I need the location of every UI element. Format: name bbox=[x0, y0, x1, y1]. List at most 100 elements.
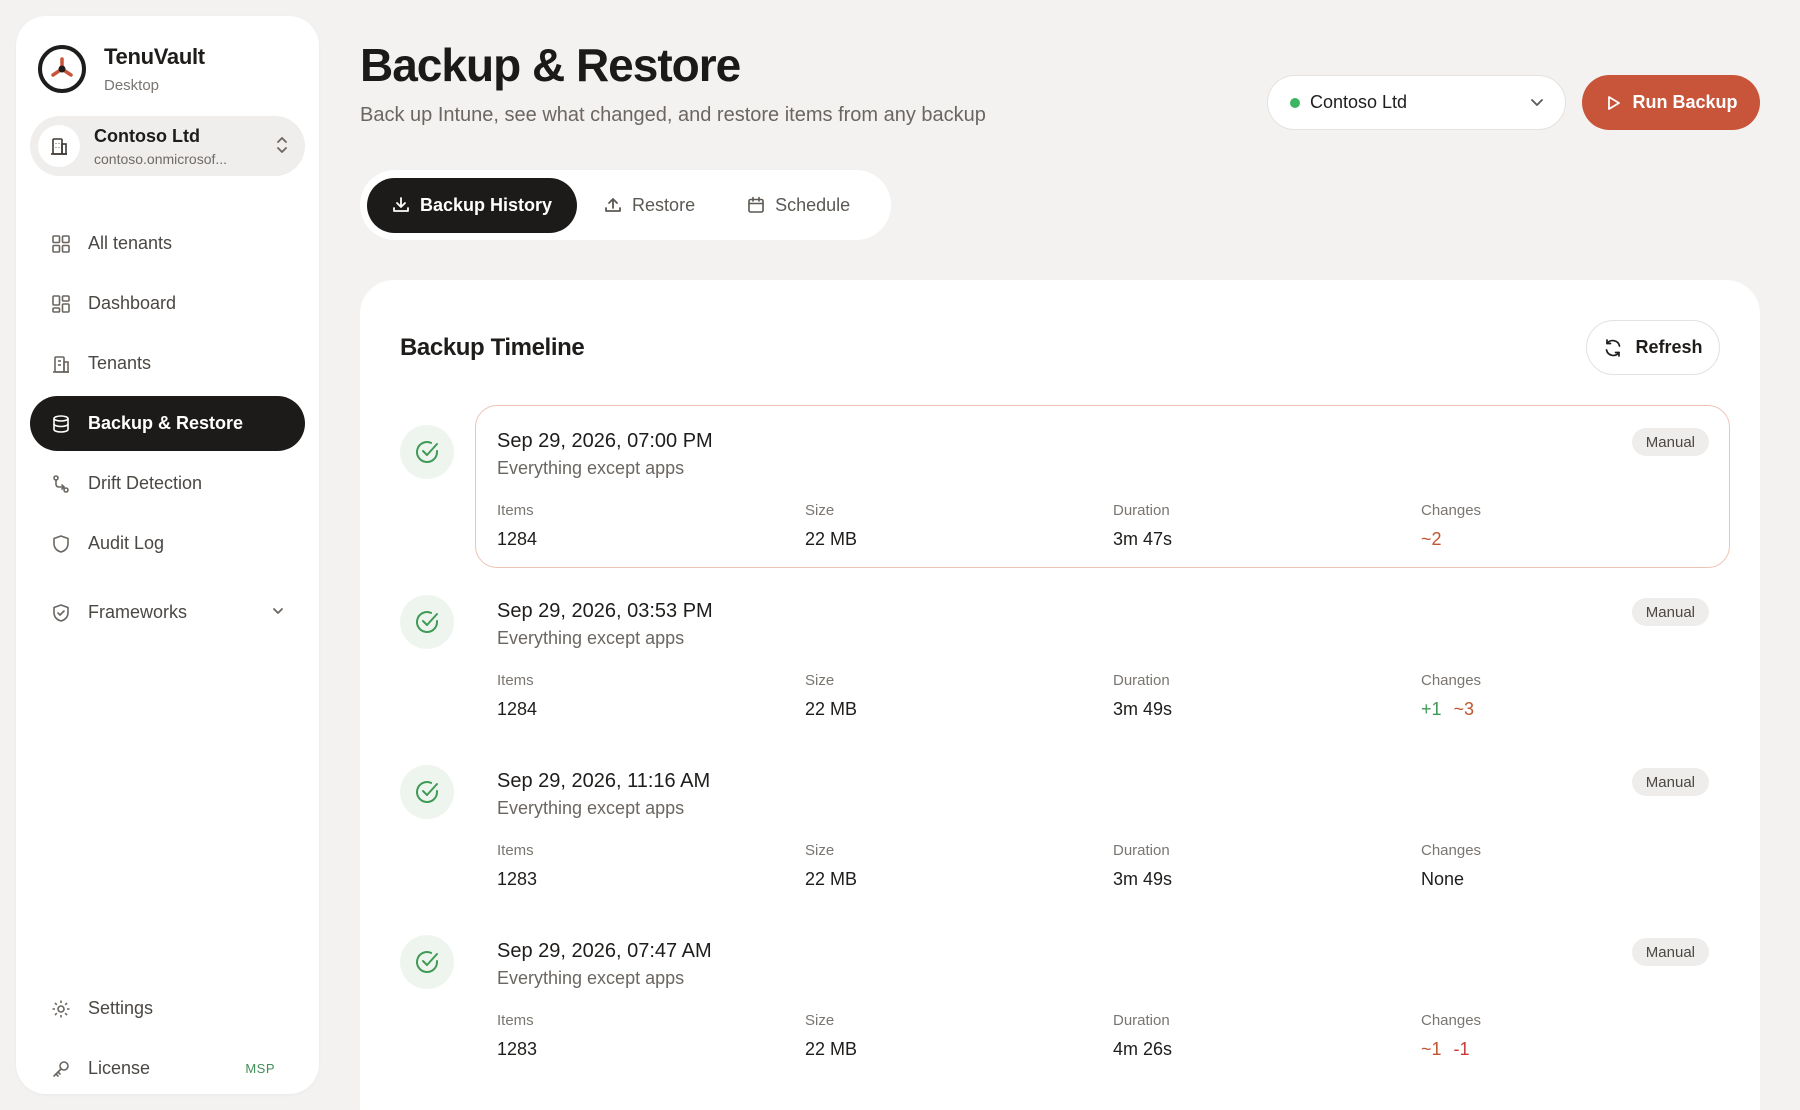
sidebar-item-label: Audit Log bbox=[88, 533, 165, 553]
tab-backup-history[interactable]: Backup History bbox=[367, 177, 578, 233]
backup-date: Sep 29, 2026, 07:00 PM bbox=[497, 430, 713, 452]
database-icon bbox=[50, 413, 72, 435]
timeline-entry: Sep 29, 2026, 11:16 AM Everything except… bbox=[400, 745, 1730, 915]
brand-subtitle: Desktop bbox=[104, 77, 160, 94]
tab-bar: Backup History Restore Schedule bbox=[360, 170, 891, 240]
sidebar-item-backup-restore[interactable]: Backup & Restore bbox=[30, 396, 305, 451]
building-icon bbox=[50, 353, 72, 375]
page-title: Backup & Restore bbox=[360, 39, 741, 91]
sidebar-item-label: Drift Detection bbox=[88, 473, 203, 493]
run-backup-button[interactable]: Run Backup bbox=[1582, 75, 1760, 130]
sidebar-item-audit-log[interactable]: Audit Log bbox=[30, 516, 305, 571]
timeline-entry: Sep 29, 2026, 07:47 AM Everything except… bbox=[400, 915, 1730, 1085]
sidebar-item-license[interactable]: License MSP bbox=[30, 1041, 305, 1096]
stat-value: 3m 47s bbox=[1113, 529, 1173, 549]
stat-label: Changes bbox=[1421, 842, 1482, 859]
backup-entry-card[interactable]: Sep 29, 2026, 07:47 AM Everything except… bbox=[475, 915, 1730, 1078]
stat-label: Size bbox=[805, 842, 835, 859]
building-icon bbox=[38, 125, 80, 167]
tab-restore[interactable]: Restore bbox=[579, 178, 720, 233]
stat-value: +1 ~3 bbox=[1421, 699, 1481, 720]
backup-scope: Everything except apps bbox=[497, 798, 685, 818]
calendar-icon bbox=[747, 196, 765, 214]
stat-value: 1284 bbox=[497, 699, 538, 719]
stat-label: Duration bbox=[1113, 672, 1170, 689]
changes-modified: ~2 bbox=[1421, 529, 1442, 549]
tenant-select[interactable]: Contoso Ltd bbox=[1267, 75, 1566, 130]
timeline-entry: Sep 29, 2026, 07:00 PM Everything except… bbox=[400, 405, 1730, 575]
dashboard-icon bbox=[50, 293, 72, 315]
stat-changes: Changes ~1 -1 bbox=[1421, 1012, 1481, 1060]
stat-duration: Duration 3m 49s bbox=[1113, 672, 1172, 720]
key-icon bbox=[50, 1058, 72, 1080]
stat-value: None bbox=[1421, 869, 1481, 890]
tenant-switcher[interactable]: Contoso Ltd contoso.onmicrosof... bbox=[30, 116, 305, 176]
stat-label: Duration bbox=[1113, 1012, 1170, 1029]
stat-label: Changes bbox=[1421, 672, 1482, 689]
tab-label: Schedule bbox=[775, 194, 851, 215]
brand: TenuVault Desktop bbox=[38, 44, 205, 94]
refresh-button[interactable]: Refresh bbox=[1586, 320, 1720, 375]
sidebar-item-label: All tenants bbox=[88, 233, 173, 253]
stat-changes: Changes ~2 bbox=[1421, 502, 1481, 550]
stat-label: Items bbox=[497, 1012, 534, 1029]
sidebar-bottom-nav: Settings License MSP bbox=[30, 981, 305, 1101]
stat-items: Items 1284 bbox=[497, 502, 537, 550]
check-circle-icon bbox=[400, 595, 454, 649]
backup-date: Sep 29, 2026, 11:16 AM bbox=[497, 770, 711, 792]
sidebar-nav: All tenants Dashboard Tenants Backup & R… bbox=[30, 216, 305, 645]
stat-value: 22 MB bbox=[805, 1039, 858, 1059]
stat-value: 1284 bbox=[497, 529, 538, 549]
stat-items: Items 1283 bbox=[497, 1012, 537, 1060]
stat-duration: Duration 3m 47s bbox=[1113, 502, 1172, 550]
check-circle-icon bbox=[400, 765, 454, 819]
timeline-entry: Sep 29, 2026, 03:53 PM Everything except… bbox=[400, 575, 1730, 745]
run-backup-label: Run Backup bbox=[1632, 92, 1738, 112]
tenuvault-logo-icon bbox=[38, 45, 86, 93]
sidebar-item-drift-detection[interactable]: Drift Detection bbox=[30, 456, 305, 511]
stat-value: ~2 bbox=[1421, 529, 1481, 550]
tab-label: Backup History bbox=[420, 194, 553, 215]
stat-duration: Duration 4m 26s bbox=[1113, 1012, 1172, 1060]
backup-scope: Everything except apps bbox=[497, 628, 685, 648]
backup-type-badge: Manual bbox=[1631, 768, 1709, 796]
backup-entry-card[interactable]: Sep 29, 2026, 03:53 PM Everything except… bbox=[475, 575, 1730, 738]
refresh-label: Refresh bbox=[1635, 337, 1703, 357]
stat-label: Size bbox=[805, 672, 835, 689]
tenant-switcher-domain: contoso.onmicrosof... bbox=[94, 150, 228, 167]
sidebar-item-all-tenants[interactable]: All tenants bbox=[30, 216, 305, 271]
backup-timeline: Sep 29, 2026, 07:00 PM Everything except… bbox=[400, 405, 1730, 1085]
sidebar-item-frameworks[interactable]: Frameworks bbox=[30, 585, 305, 640]
backup-type-badge: Manual bbox=[1631, 428, 1709, 456]
changes-added: +1 bbox=[1421, 699, 1442, 719]
stat-size: Size 22 MB bbox=[805, 502, 857, 550]
upload-icon bbox=[604, 196, 622, 214]
stat-changes: Changes None bbox=[1421, 842, 1481, 890]
backup-type-badge: Manual bbox=[1631, 938, 1709, 966]
sidebar-item-dashboard[interactable]: Dashboard bbox=[30, 276, 305, 331]
chevron-down-icon[interactable] bbox=[271, 602, 285, 623]
backup-timeline-card: Backup Timeline Refresh Sep 29, 2026, 07… bbox=[360, 280, 1760, 1110]
sidebar-item-label: License bbox=[88, 1058, 151, 1078]
backup-entry-card[interactable]: Sep 29, 2026, 07:00 PM Everything except… bbox=[475, 405, 1730, 568]
grid-icon bbox=[50, 233, 72, 255]
refresh-icon bbox=[1603, 338, 1623, 358]
brand-name: TenuVault bbox=[104, 44, 205, 69]
backup-date: Sep 29, 2026, 07:47 AM bbox=[497, 940, 712, 962]
stat-value: 1283 bbox=[497, 869, 538, 889]
sidebar-item-settings[interactable]: Settings bbox=[30, 981, 305, 1036]
backup-entry-card[interactable]: Sep 29, 2026, 11:16 AM Everything except… bbox=[475, 745, 1730, 908]
stat-label: Items bbox=[497, 672, 534, 689]
sidebar-item-label: Backup & Restore bbox=[88, 413, 244, 433]
page-subtitle: Back up Intune, see what changed, and re… bbox=[360, 104, 986, 126]
stat-value: 22 MB bbox=[805, 699, 858, 719]
stat-size: Size 22 MB bbox=[805, 672, 857, 720]
changes-modified: ~3 bbox=[1453, 699, 1475, 719]
sidebar-item-tenants[interactable]: Tenants bbox=[30, 336, 305, 391]
stat-label: Items bbox=[497, 502, 534, 519]
changes-deleted: -1 bbox=[1453, 1039, 1470, 1059]
stat-label: Items bbox=[497, 842, 534, 859]
check-circle-icon bbox=[400, 935, 454, 989]
tab-schedule[interactable]: Schedule bbox=[722, 178, 875, 233]
check-circle-icon bbox=[400, 425, 454, 479]
